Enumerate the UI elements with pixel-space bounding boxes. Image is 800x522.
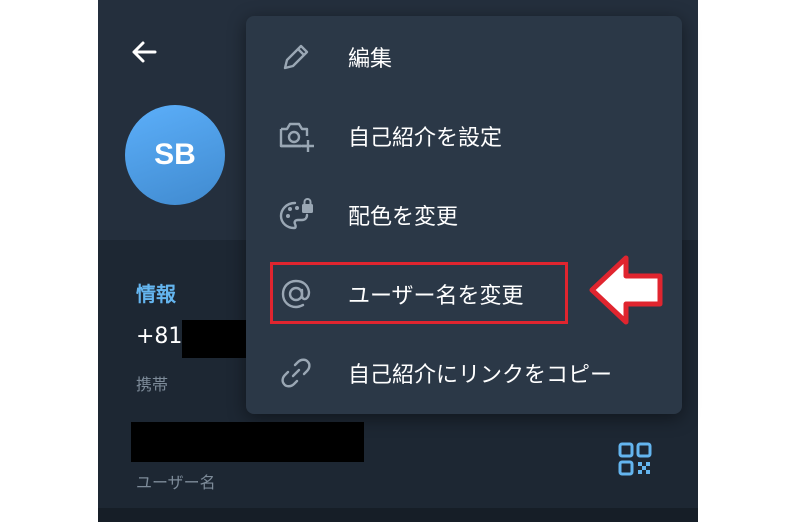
redaction-phone — [182, 320, 248, 358]
qr-code-button[interactable] — [618, 442, 652, 476]
context-menu: 編集 自己紹介を設定 配色を変更 ユーザー名を変更 自己紹介にリンクをコピー — [246, 16, 682, 414]
menu-item-label: 配色を変更 — [348, 205, 459, 230]
info-section-title: 情報 — [136, 282, 176, 306]
link-icon — [276, 353, 316, 393]
menu-item-label: 自己紹介にリンクをコピー — [348, 363, 613, 388]
pointer-arrow-icon — [589, 255, 663, 325]
back-arrow-icon — [132, 41, 157, 63]
redaction-username — [131, 422, 364, 462]
username-label: ユーザー名 — [136, 473, 216, 492]
camera-add-icon — [276, 116, 316, 156]
palette-lock-icon — [276, 195, 316, 235]
pencil-icon — [276, 37, 316, 77]
menu-item-label: ユーザー名を変更 — [348, 284, 524, 309]
phone-number[interactable]: +81 — [136, 324, 182, 349]
at-sign-icon — [276, 274, 316, 314]
menu-item-label: 自己紹介を設定 — [348, 126, 503, 151]
menu-item-copy-bio-link[interactable]: 自己紹介にリンクをコピー — [246, 334, 682, 412]
phone-label: 携帯 — [136, 375, 169, 394]
section-divider — [98, 508, 698, 522]
menu-item-set-bio[interactable]: 自己紹介を設定 — [246, 97, 682, 175]
menu-item-change-colors[interactable]: 配色を変更 — [246, 176, 682, 254]
avatar[interactable]: SB — [125, 105, 225, 205]
qr-code-icon — [618, 442, 652, 476]
menu-item-label: 編集 — [348, 47, 393, 72]
menu-item-edit[interactable]: 編集 — [246, 18, 682, 96]
back-button[interactable] — [126, 34, 162, 70]
